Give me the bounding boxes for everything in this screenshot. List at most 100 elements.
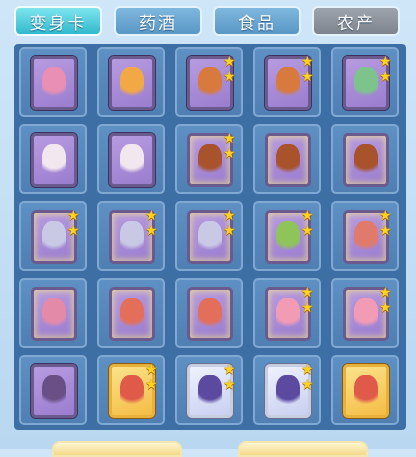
star-icon: ★ (379, 285, 392, 301)
star-icon: ★ (301, 208, 314, 224)
red-haired-mage-transformation-card-icon (343, 364, 389, 418)
star-rating: ★ ★ (67, 209, 81, 239)
star-rating: ★ ★ (379, 286, 393, 316)
star-rating: ★ ★ (223, 363, 237, 393)
star-icon: ★ (145, 223, 158, 239)
star-icon: ★ (301, 285, 314, 301)
character-portrait (198, 298, 222, 330)
star-rating: ★ ★ (145, 209, 159, 239)
character-portrait (354, 375, 378, 407)
inventory-slot[interactable]: ★ ★ (253, 201, 321, 271)
inventory-grid: ★ ★ ★ ★ ★ ★ ★ ★ ★ ★ ★ ★ ★ ★ ★ ★ ★ ★ ★ ★ ★ ★ ★ ★ ★ ★ ★ ★ (14, 44, 406, 430)
inventory-slot[interactable]: ★ ★ (253, 278, 321, 348)
star-icon: ★ (223, 208, 236, 224)
category-tabs: 变身卡 药酒 食品 农产 (14, 6, 404, 38)
character-portrait (276, 375, 300, 407)
bottom-left-button[interactable] (52, 441, 182, 457)
star-icon: ★ (223, 223, 236, 239)
star-icon: ★ (67, 223, 80, 239)
character-portrait (42, 221, 66, 253)
character-portrait (276, 298, 300, 330)
star-icon: ★ (145, 377, 158, 393)
character-portrait (42, 67, 66, 99)
inventory-slot[interactable]: ★ ★ (331, 47, 399, 117)
red-haired-fighter-transformation-card-icon (109, 287, 155, 341)
pig-transformation-card-icon (31, 56, 77, 110)
star-icon: ★ (223, 69, 236, 85)
star-rating: ★ ★ (301, 55, 315, 85)
star-rating: ★ ★ (379, 55, 393, 85)
character-portrait (120, 298, 144, 330)
character-portrait (120, 144, 144, 176)
star-icon: ★ (301, 362, 314, 378)
inventory-slot[interactable]: ★ ★ (175, 47, 243, 117)
inventory-slot[interactable]: ★ ★ (331, 278, 399, 348)
star-rating: ★ ★ (223, 209, 237, 239)
character-portrait (354, 67, 378, 99)
inventory-slot[interactable] (19, 355, 87, 425)
character-portrait (42, 375, 66, 407)
inventory-slot[interactable] (19, 124, 87, 194)
inventory-slot[interactable] (19, 47, 87, 117)
star-icon: ★ (301, 377, 314, 393)
star-icon: ★ (379, 54, 392, 70)
inventory-slot[interactable]: ★ ★ (253, 355, 321, 425)
star-icon: ★ (301, 54, 314, 70)
bottom-right-button[interactable] (238, 441, 368, 457)
winged-archer-transformation-card-icon (31, 287, 77, 341)
character-portrait (198, 375, 222, 407)
character-portrait (198, 67, 222, 99)
inventory-slot[interactable] (19, 278, 87, 348)
inventory-slot[interactable]: ★ ★ (97, 355, 165, 425)
star-icon: ★ (379, 223, 392, 239)
inventory-slot[interactable]: ★ ★ (331, 201, 399, 271)
inventory-slot[interactable]: ★ ★ (253, 47, 321, 117)
tab-food[interactable]: 食品 (213, 6, 301, 36)
character-portrait (354, 144, 378, 176)
inventory-slot[interactable]: ★ ★ (175, 124, 243, 194)
star-icon: ★ (223, 377, 236, 393)
star-icon: ★ (379, 208, 392, 224)
dragon-transformation-card-icon (109, 56, 155, 110)
inventory-slot[interactable] (97, 124, 165, 194)
star-icon: ★ (223, 146, 236, 162)
warrior-transformation-card-icon (265, 133, 311, 187)
inventory-slot[interactable] (175, 278, 243, 348)
winged-maiden-transformation-card-icon (31, 133, 77, 187)
star-icon: ★ (379, 69, 392, 85)
red-haired-fighter-transformation-card-icon (187, 287, 233, 341)
star-icon: ★ (145, 362, 158, 378)
character-portrait (276, 67, 300, 99)
tab-medicinal-wine[interactable]: 药酒 (114, 6, 202, 36)
character-portrait (120, 67, 144, 99)
armored-knight-transformation-card-icon (31, 364, 77, 418)
inventory-slot[interactable]: ★ ★ (19, 201, 87, 271)
star-icon: ★ (67, 208, 80, 224)
star-icon: ★ (301, 69, 314, 85)
star-icon: ★ (223, 54, 236, 70)
star-icon: ★ (145, 208, 158, 224)
inventory-slot[interactable] (331, 355, 399, 425)
character-portrait (198, 144, 222, 176)
inventory-slot[interactable] (331, 124, 399, 194)
star-icon: ★ (223, 362, 236, 378)
star-icon: ★ (379, 300, 392, 316)
star-icon: ★ (223, 131, 236, 147)
inventory-slot[interactable] (97, 278, 165, 348)
character-portrait (198, 221, 222, 253)
character-portrait (42, 298, 66, 330)
star-rating: ★ ★ (301, 209, 315, 239)
inventory-slot[interactable]: ★ ★ (97, 201, 165, 271)
inventory-slot[interactable] (253, 124, 321, 194)
winged-maiden-transformation-card-icon (109, 133, 155, 187)
star-rating: ★ ★ (145, 363, 159, 393)
tab-farm-produce[interactable]: 农产 (312, 6, 400, 36)
inventory-slot[interactable]: ★ ★ (175, 201, 243, 271)
inventory-slot[interactable]: ★ ★ (175, 355, 243, 425)
star-icon: ★ (301, 300, 314, 316)
character-portrait (276, 221, 300, 253)
tab-transformation-card[interactable]: 变身卡 (14, 6, 102, 36)
star-rating: ★ ★ (301, 286, 315, 316)
character-portrait (276, 144, 300, 176)
inventory-slot[interactable] (97, 47, 165, 117)
